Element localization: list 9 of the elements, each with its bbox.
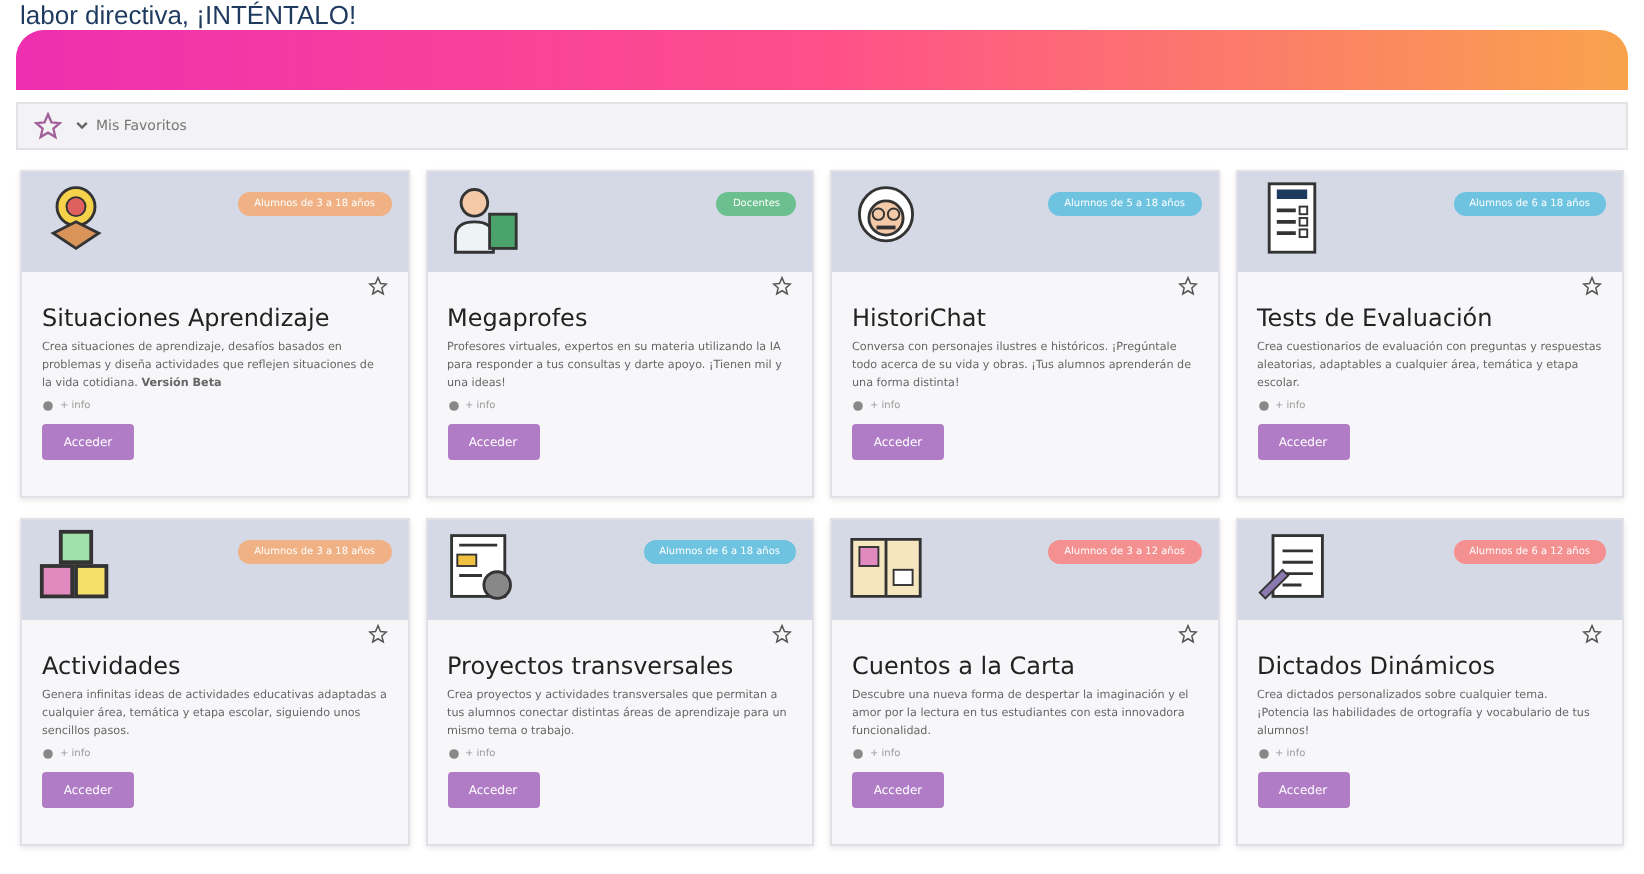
card-title: Situaciones Aprendizaje xyxy=(42,304,332,332)
card-title: Proyectos transversales xyxy=(447,652,736,680)
card-title: Megaprofes xyxy=(447,304,590,332)
caption-text: labor directiva, ¡INTÉNTALO! xyxy=(18,0,359,30)
card-title: Actividades xyxy=(42,652,183,680)
card-title: HistoriChat xyxy=(852,304,988,332)
card-title: Cuentos a la Carta xyxy=(852,652,1077,680)
card-title: Dictados Dinámicos xyxy=(1257,652,1498,680)
card-title: Tests de Evaluación xyxy=(1257,304,1495,332)
